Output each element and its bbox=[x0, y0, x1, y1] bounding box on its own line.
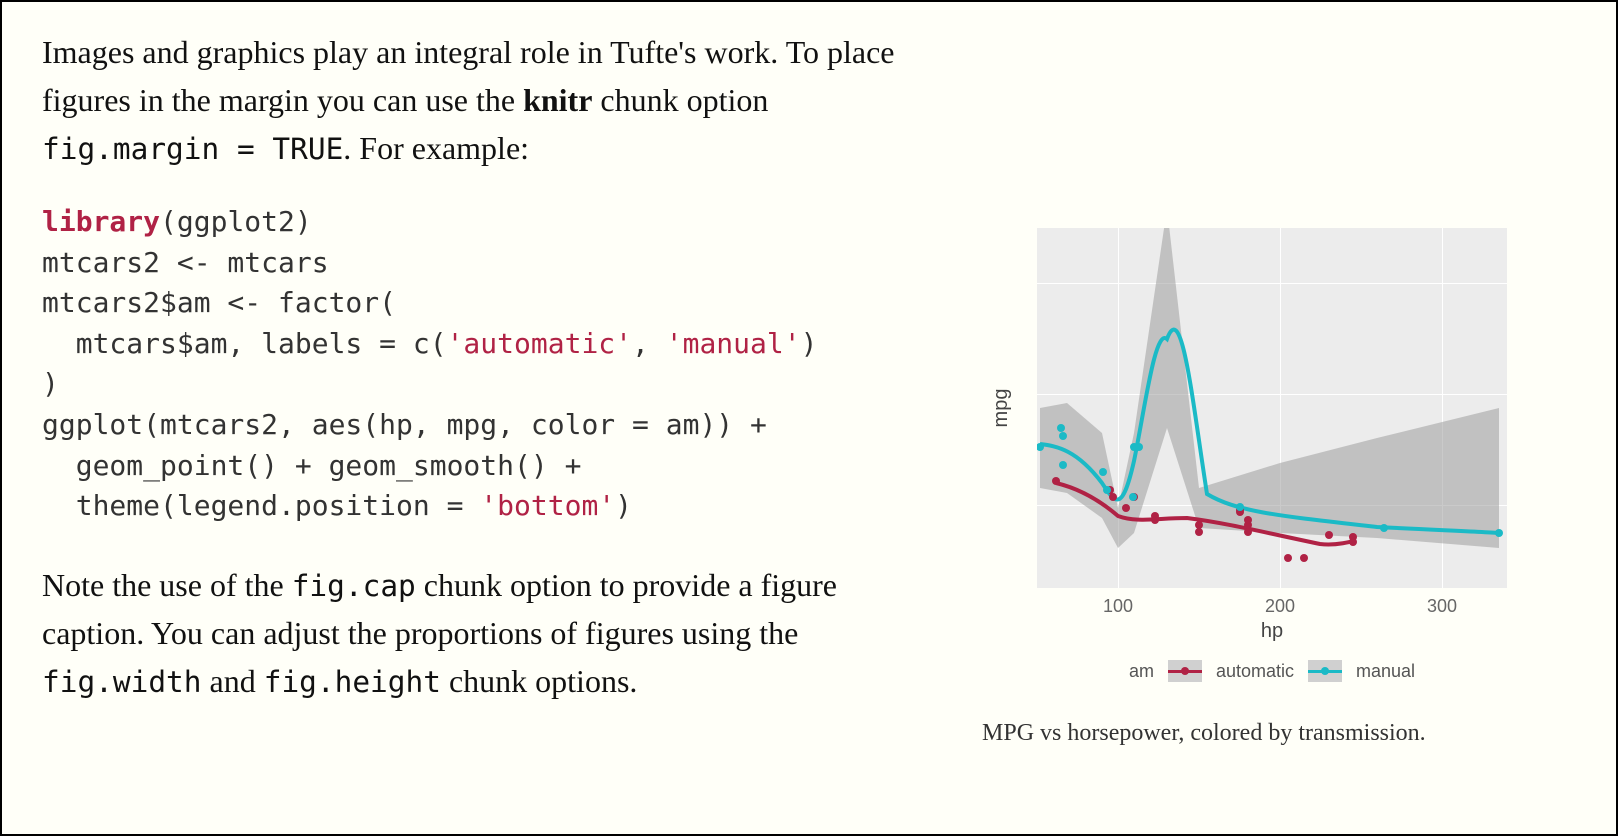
code-text: , bbox=[632, 327, 666, 360]
paragraph-intro: Images and graphics play an integral rol… bbox=[42, 28, 942, 172]
legend-swatch-automatic bbox=[1168, 660, 1202, 682]
strong-knitr: knitr bbox=[523, 82, 592, 118]
chart-legend: am automatic manual bbox=[1037, 659, 1507, 683]
main-column: Images and graphics play an integral rol… bbox=[42, 28, 942, 808]
figure-caption: MPG vs horsepower, colored by transmissi… bbox=[982, 717, 1502, 749]
margin-figure: mpg 20 40 60 100 200 300 bbox=[982, 228, 1542, 750]
paragraph-figcap: Note the use of the fig.cap chunk option… bbox=[42, 561, 942, 705]
code-line: mtcars2$am <- factor( bbox=[42, 286, 396, 319]
code-keyword-library: library bbox=[42, 205, 160, 238]
code-string: 'bottom' bbox=[480, 489, 615, 522]
legend-dot-icon bbox=[1181, 667, 1189, 675]
chart-xlabel: hp bbox=[1037, 618, 1507, 645]
inline-code-fig-height: fig.height bbox=[264, 665, 441, 699]
chart-xtick: 200 bbox=[1265, 594, 1295, 618]
legend-label-manual: manual bbox=[1356, 659, 1415, 683]
code-text: (ggplot2) bbox=[160, 205, 312, 238]
margin-column: mpg 20 40 60 100 200 300 bbox=[982, 28, 1576, 808]
code-block: library(ggplot2) mtcars2 <- mtcars mtcar… bbox=[42, 202, 942, 527]
chart-xtick: 300 bbox=[1427, 594, 1457, 618]
chart-ribbon bbox=[1040, 208, 1499, 548]
inline-code-fig-margin: fig.margin = TRUE bbox=[42, 132, 343, 166]
code-text: ) bbox=[801, 327, 818, 360]
chart-xtick: 100 bbox=[1103, 594, 1133, 618]
chart-svg bbox=[1037, 228, 1507, 588]
code-line: geom_point() + geom_smooth() + bbox=[42, 449, 581, 482]
code-text: theme(legend.position = bbox=[42, 489, 480, 522]
inline-code-fig-width: fig.width bbox=[42, 665, 202, 699]
chart-ylabel: mpg bbox=[988, 389, 1015, 428]
text: and bbox=[202, 663, 264, 699]
code-text: ) bbox=[615, 489, 632, 522]
text: . For example: bbox=[343, 130, 529, 166]
chart-panel: 100 200 300 bbox=[1037, 228, 1507, 588]
legend-swatch-manual bbox=[1308, 660, 1342, 682]
code-line: ggplot(mtcars2, aes(hp, mpg, color = am)… bbox=[42, 408, 767, 441]
legend-title: am bbox=[1129, 659, 1154, 683]
text: Note the use of the bbox=[42, 567, 292, 603]
code-string: 'automatic' bbox=[447, 327, 632, 360]
legend-label-automatic: automatic bbox=[1216, 659, 1294, 683]
text: chunk option bbox=[592, 82, 768, 118]
code-text: mtcars$am, labels = c( bbox=[42, 327, 447, 360]
code-line: mtcars2 <- mtcars bbox=[42, 246, 329, 279]
code-string: 'manual' bbox=[666, 327, 801, 360]
inline-code-fig-cap: fig.cap bbox=[292, 569, 416, 603]
legend-dot-icon bbox=[1321, 667, 1329, 675]
text: chunk options. bbox=[441, 663, 637, 699]
code-line: ) bbox=[42, 367, 59, 400]
